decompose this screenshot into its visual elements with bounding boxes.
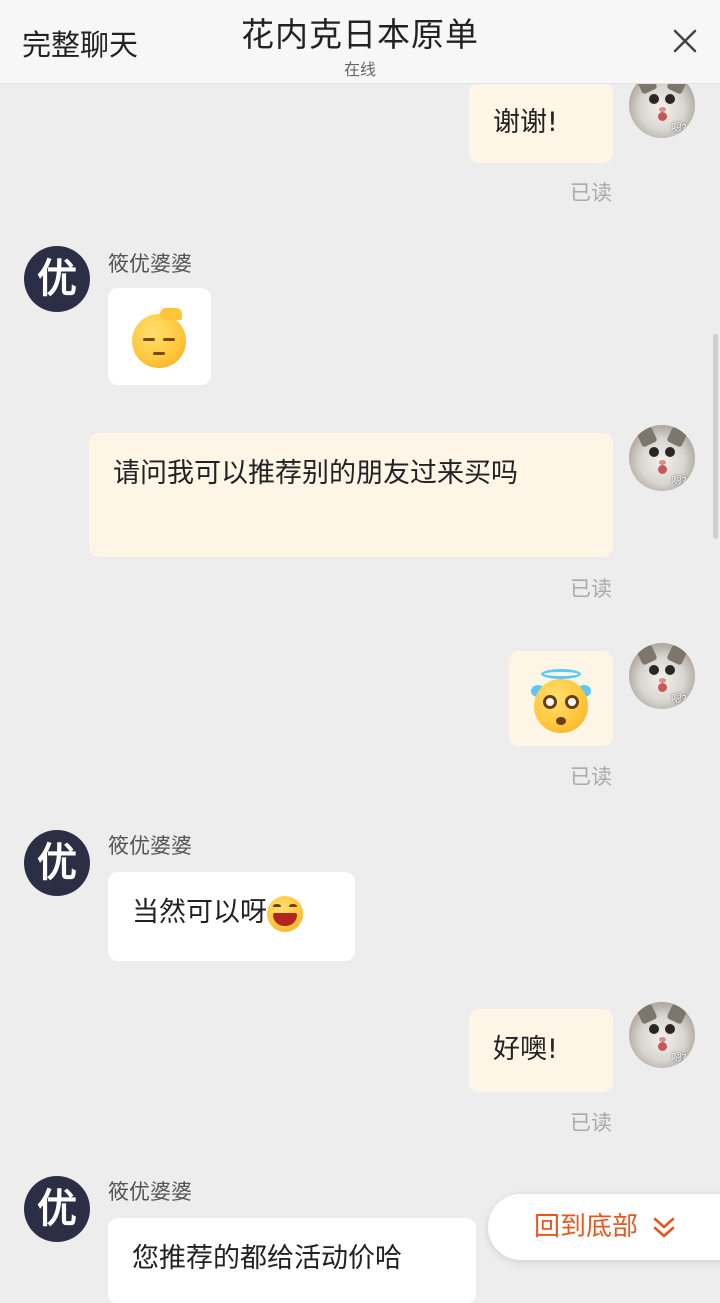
self-avatar[interactable]: 嗯? <box>629 1002 695 1068</box>
avatar-initial: 优 <box>37 256 77 302</box>
contact-avatar[interactable]: 优 <box>24 830 90 896</box>
starry-eyed-angel-emoji <box>534 679 588 733</box>
avatar-tag: 嗯? <box>671 476 687 487</box>
double-chevron-down-icon <box>653 1217 675 1238</box>
scrollbar[interactable] <box>713 334 718 539</box>
avatar-tag: 嗯? <box>671 1053 687 1064</box>
back-to-bottom-button[interactable]: 回到底部 <box>488 1194 720 1260</box>
read-receipt: 已读 <box>570 1111 612 1135</box>
sender-name: 筱优婆婆 <box>108 834 192 858</box>
avatar-initial: 优 <box>37 840 77 886</box>
message-bubble[interactable] <box>108 288 211 385</box>
self-avatar[interactable]: 嗯? <box>629 84 695 138</box>
message-bubble[interactable]: 您推荐的都给活动价哈 <box>108 1218 476 1303</box>
sender-name: 筱优婆婆 <box>108 252 192 276</box>
read-receipt: 已读 <box>570 577 612 601</box>
read-receipt: 已读 <box>570 765 612 789</box>
message-text: 请问我可以推荐别的朋友过来买吗 <box>113 458 518 489</box>
avatar-initial: 优 <box>37 1186 77 1232</box>
message-bubble[interactable]: 好噢! <box>469 1009 613 1092</box>
message-bubble[interactable]: 请问我可以推荐别的朋友过来买吗 <box>89 433 613 557</box>
chat-screen: 完整聊天 花内克日本原单 在线 嗯? 谢谢! 已读 优 筱优婆婆 嗯? 请问我可… <box>0 0 720 1303</box>
message-text: 好噢! <box>493 1034 558 1065</box>
message-bubble[interactable] <box>509 651 613 746</box>
laughing-face-emoji <box>267 895 303 932</box>
self-avatar[interactable]: 嗯? <box>629 643 695 709</box>
halo-icon <box>541 669 581 679</box>
message-bubble[interactable]: 当然可以呀 <box>108 872 355 961</box>
message-list[interactable]: 嗯? 谢谢! 已读 优 筱优婆婆 嗯? 请问我可以推荐别的朋友过来买吗 已读 嗯… <box>0 84 720 1303</box>
contact-avatar[interactable]: 优 <box>24 1176 90 1242</box>
sender-name: 筱优婆婆 <box>108 1180 192 1204</box>
online-status: 在线 <box>343 60 376 79</box>
avatar-tag: 嗯? <box>671 123 687 134</box>
contact-avatar[interactable]: 优 <box>24 246 90 312</box>
message-bubble[interactable]: 谢谢! <box>469 84 613 163</box>
self-avatar[interactable]: 嗯? <box>629 425 695 491</box>
message-text: 您推荐的都给活动价哈 <box>132 1243 402 1274</box>
close-icon[interactable] <box>672 28 698 54</box>
sleepy-face-emoji <box>132 308 186 368</box>
back-to-bottom-label: 回到底部 <box>534 1212 639 1242</box>
avatar-tag: 嗯? <box>671 694 687 705</box>
chat-header: 完整聊天 花内克日本原单 在线 <box>0 0 720 84</box>
message-text: 当然可以呀 <box>132 897 267 928</box>
read-receipt: 已读 <box>570 181 612 205</box>
chat-title: 花内克日本原单 <box>241 15 479 54</box>
message-text: 谢谢! <box>493 107 558 138</box>
